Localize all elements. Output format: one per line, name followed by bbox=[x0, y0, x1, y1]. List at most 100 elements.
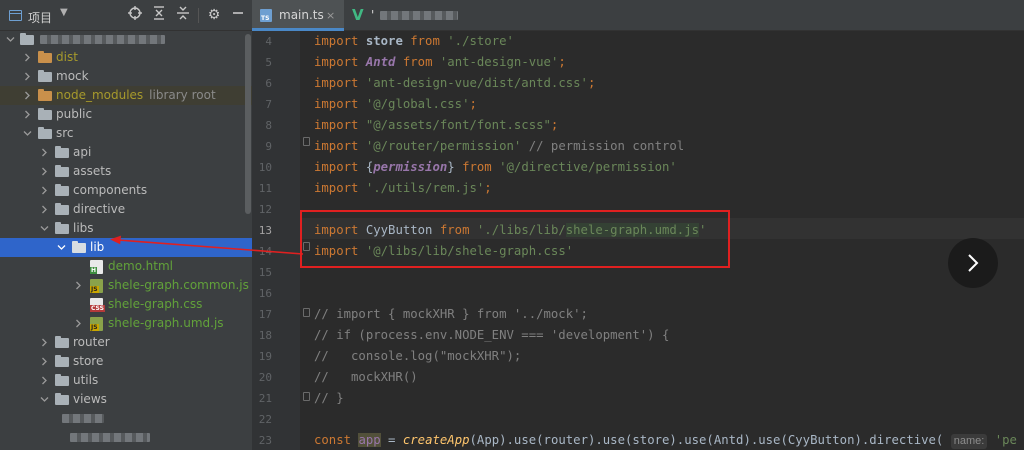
tree-row-mock[interactable]: mock bbox=[0, 67, 252, 86]
chevron-down-icon[interactable] bbox=[56, 238, 66, 257]
chevron-right-icon[interactable] bbox=[22, 48, 32, 67]
tree-label: utils bbox=[73, 373, 99, 387]
chevron-down-icon[interactable] bbox=[39, 219, 49, 238]
folder-icon bbox=[55, 393, 69, 405]
chevron-down-icon[interactable] bbox=[5, 30, 15, 49]
tree-row-css[interactable]: CSS shele-graph.css bbox=[0, 295, 252, 314]
line-number: 17 bbox=[258, 308, 272, 321]
expand-all-icon[interactable] bbox=[150, 6, 168, 24]
code-line-11: import './utils/rem.js'; bbox=[314, 181, 492, 195]
line-number: 6 bbox=[265, 77, 272, 90]
chevron-right-icon[interactable] bbox=[22, 67, 32, 86]
line-number: 5 bbox=[265, 56, 272, 69]
tree-row-public[interactable]: public bbox=[0, 105, 252, 124]
tree-row-demo-html[interactable]: H demo.html bbox=[0, 257, 252, 276]
chevron-right-icon[interactable] bbox=[39, 162, 49, 181]
chevron-right-icon[interactable] bbox=[22, 86, 32, 105]
chevron-right-icon[interactable] bbox=[39, 371, 49, 390]
next-arrow-button[interactable] bbox=[948, 238, 998, 288]
line-number: 11 bbox=[258, 182, 272, 195]
tree-label: store bbox=[73, 354, 104, 368]
folder-icon bbox=[55, 355, 69, 367]
tree-row-redacted[interactable] bbox=[0, 409, 252, 428]
line-number: 14 bbox=[258, 245, 272, 258]
chevron-right-icon[interactable] bbox=[39, 181, 49, 200]
folder-icon bbox=[55, 146, 69, 158]
tree-row-root[interactable] bbox=[0, 30, 252, 49]
fold-marker-icon[interactable] bbox=[303, 308, 310, 317]
line-number: 4 bbox=[265, 35, 272, 48]
tree-row-directive[interactable]: directive bbox=[0, 200, 252, 219]
redacted-tab-title bbox=[380, 11, 458, 20]
code-line-5: import Antd from 'ant-design-vue'; bbox=[314, 55, 566, 69]
folder-icon bbox=[55, 184, 69, 196]
code-line-23: const app = createApp(App).use(router).u… bbox=[314, 433, 1017, 449]
panel-title[interactable]: 项目 bbox=[28, 9, 52, 26]
tree-label: shele-graph.umd.js bbox=[108, 316, 224, 330]
tree-scrollbar[interactable] bbox=[245, 34, 251, 214]
folder-icon bbox=[38, 51, 52, 63]
code-line-6: import 'ant-design-vue/dist/antd.css'; bbox=[314, 76, 596, 90]
tree-row-libs[interactable]: libs bbox=[0, 219, 252, 238]
tree-row-redacted[interactable] bbox=[0, 428, 252, 447]
tree-row-assets[interactable]: assets bbox=[0, 162, 252, 181]
collapse-all-icon[interactable] bbox=[174, 6, 192, 24]
folder-icon bbox=[38, 70, 52, 82]
tree-row-router[interactable]: router bbox=[0, 333, 252, 352]
line-number: 7 bbox=[265, 98, 272, 111]
line-number: 16 bbox=[258, 287, 272, 300]
tree-row-src[interactable]: src bbox=[0, 124, 252, 143]
editor-tab-bar: main.ts × V ' bbox=[252, 0, 1024, 31]
tree-label: node_modules library root bbox=[56, 88, 216, 102]
folder-icon bbox=[38, 89, 52, 101]
tree-label: components bbox=[73, 183, 148, 197]
chevron-right-icon[interactable] bbox=[73, 276, 83, 295]
folder-icon bbox=[55, 222, 69, 234]
chevron-right-icon[interactable] bbox=[39, 143, 49, 162]
tab-vue-file[interactable]: V ' bbox=[344, 0, 474, 31]
tree-row-common-js[interactable]: JS shele-graph.common.js bbox=[0, 276, 252, 295]
redacted-project-name bbox=[40, 35, 165, 44]
js-file-icon: JS bbox=[90, 279, 103, 293]
tree-label: views bbox=[73, 392, 107, 406]
tree-label: demo.html bbox=[108, 259, 173, 273]
chevron-down-icon[interactable] bbox=[39, 390, 49, 409]
code-line-21: // } bbox=[314, 391, 344, 405]
chevron-right-icon[interactable] bbox=[39, 200, 49, 219]
folder-icon bbox=[38, 127, 52, 139]
minimize-icon[interactable] bbox=[229, 6, 247, 24]
chevron-right-icon[interactable] bbox=[22, 105, 32, 124]
code-line-20: // mockXHR() bbox=[314, 370, 418, 384]
chevron-right-icon[interactable] bbox=[39, 352, 49, 371]
fold-marker-icon[interactable] bbox=[303, 137, 310, 146]
html-file-icon: H bbox=[90, 260, 103, 274]
fold-marker-icon[interactable] bbox=[303, 392, 310, 401]
tree-row-store[interactable]: store bbox=[0, 352, 252, 371]
code-line-8: import "@/assets/font/font.scss"; bbox=[314, 118, 559, 132]
tree-row-components[interactable]: components bbox=[0, 181, 252, 200]
folder-icon bbox=[55, 203, 69, 215]
tree-row-utils[interactable]: utils bbox=[0, 371, 252, 390]
tree-row-api[interactable]: api bbox=[0, 143, 252, 162]
chevron-right-icon[interactable] bbox=[73, 314, 83, 333]
gear-icon[interactable]: ⚙ bbox=[205, 6, 223, 24]
tree-label: api bbox=[73, 145, 92, 159]
tree-row-umd-js[interactable]: JS shele-graph.umd.js bbox=[0, 314, 252, 333]
tree-label: directive bbox=[73, 202, 126, 216]
tree-row-node-modules[interactable]: node_modules library root bbox=[0, 86, 252, 105]
tree-row-dist[interactable]: dist bbox=[0, 48, 252, 67]
annotation-highlight-box bbox=[300, 210, 730, 268]
library-root-hint: library root bbox=[149, 88, 216, 102]
tree-label: public bbox=[56, 107, 93, 121]
chevron-down-icon[interactable] bbox=[22, 124, 32, 143]
tree-row-views[interactable]: views bbox=[0, 390, 252, 409]
tree-row-lib[interactable]: lib bbox=[0, 238, 252, 257]
tab-main-ts[interactable]: main.ts × bbox=[252, 0, 344, 31]
tree-label: src bbox=[56, 126, 74, 140]
locate-icon[interactable] bbox=[126, 6, 144, 24]
chevron-right-icon[interactable] bbox=[39, 333, 49, 352]
code-line-19: // console.log("mockXHR"); bbox=[314, 349, 522, 363]
close-icon[interactable]: × bbox=[326, 0, 335, 31]
line-number: 23 bbox=[258, 434, 272, 447]
view-dropdown-icon[interactable]: ▼ bbox=[60, 7, 68, 18]
